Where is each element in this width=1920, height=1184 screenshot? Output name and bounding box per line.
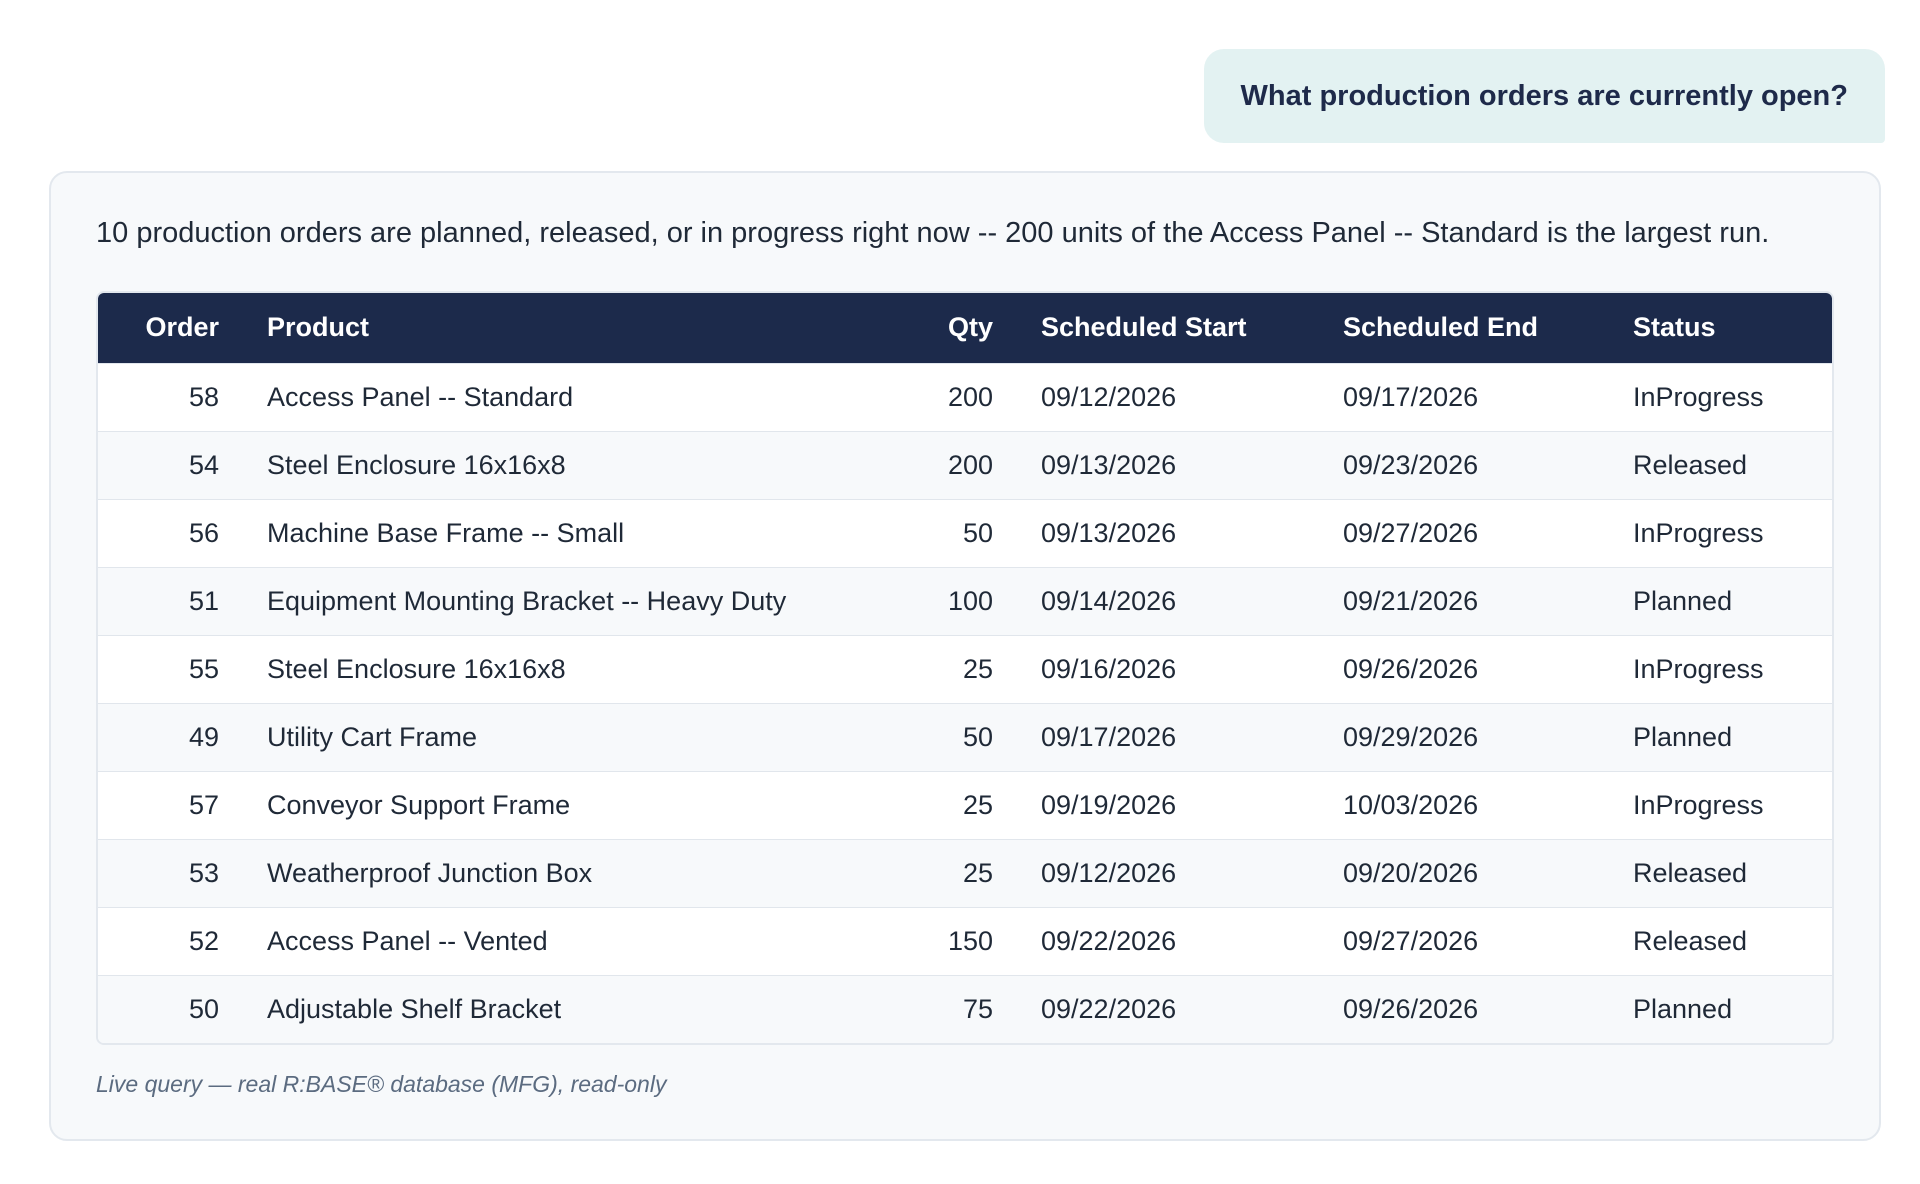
data-source-footnote: Live query — real R:BASE® database (MFG)… — [96, 1071, 667, 1097]
cell-product: Machine Base Frame -- Small — [267, 517, 625, 548]
cell-qty: 25 — [962, 857, 993, 888]
cell-order: 52 — [188, 925, 219, 956]
cell-order: 56 — [188, 517, 219, 548]
cell-scheduled-end: 09/20/2026 — [1343, 857, 1479, 888]
cell-scheduled-start: 09/17/2026 — [1041, 721, 1177, 752]
cell-product: Steel Enclosure 16x16x8 — [267, 449, 566, 480]
cell-order: 51 — [188, 585, 219, 616]
cell-product: Adjustable Shelf Bracket — [267, 993, 562, 1024]
cell-scheduled-start: 09/22/2026 — [1041, 993, 1177, 1024]
column-header-scheduled-end: Scheduled End — [1343, 312, 1539, 343]
cell-order: 49 — [188, 721, 219, 752]
cell-status: Planned — [1633, 721, 1733, 752]
cell-scheduled-start: 09/16/2026 — [1041, 653, 1177, 684]
production-orders-table: Order Product Qty Scheduled Start Schedu… — [96, 291, 1834, 1045]
cell-scheduled-end: 09/27/2026 — [1343, 925, 1479, 956]
chat-page: What production orders are currently ope… — [0, 0, 1920, 1184]
cell-scheduled-end: 09/29/2026 — [1343, 721, 1479, 752]
cell-order: 54 — [188, 449, 219, 480]
assistant-answer-card: 10 production orders are planned, releas… — [49, 171, 1881, 1141]
cell-status: Released — [1633, 925, 1748, 956]
table-row: 49 Utility Cart Frame 50 09/17/2026 09/2… — [98, 703, 1832, 771]
table-row: 58 Access Panel -- Standard 200 09/12/20… — [98, 363, 1832, 431]
cell-product: Steel Enclosure 16x16x8 — [267, 653, 566, 684]
cell-scheduled-end: 09/23/2026 — [1343, 449, 1479, 480]
cell-scheduled-start: 09/14/2026 — [1041, 585, 1177, 616]
cell-status: Released — [1633, 449, 1748, 480]
cell-product: Conveyor Support Frame — [267, 789, 571, 820]
cell-qty: 150 — [947, 925, 993, 956]
cell-scheduled-end: 09/27/2026 — [1343, 517, 1479, 548]
cell-status: Released — [1633, 857, 1748, 888]
cell-qty: 25 — [962, 653, 993, 684]
cell-scheduled-end: 10/03/2026 — [1343, 789, 1479, 820]
cell-status: InProgress — [1633, 517, 1764, 548]
cell-order: 53 — [188, 857, 219, 888]
cell-order: 58 — [188, 381, 219, 412]
cell-order: 50 — [188, 993, 219, 1024]
cell-status: Planned — [1633, 585, 1733, 616]
column-header-qty: Qty — [947, 312, 993, 343]
cell-scheduled-start: 09/12/2026 — [1041, 381, 1177, 412]
cell-order: 57 — [188, 789, 219, 820]
cell-scheduled-start: 09/13/2026 — [1041, 449, 1177, 480]
table-row: 50 Adjustable Shelf Bracket 75 09/22/202… — [98, 975, 1832, 1043]
table-row: 56 Machine Base Frame -- Small 50 09/13/… — [98, 499, 1832, 567]
column-header-product: Product — [267, 312, 370, 343]
user-message-bubble: What production orders are currently ope… — [1203, 49, 1885, 143]
table-row: 54 Steel Enclosure 16x16x8 200 09/13/202… — [98, 431, 1832, 499]
table-row: 51 Equipment Mounting Bracket -- Heavy D… — [98, 567, 1832, 635]
table-row: 57 Conveyor Support Frame 25 09/19/2026 … — [98, 771, 1832, 839]
cell-product: Access Panel -- Standard — [267, 381, 574, 412]
table-row: 53 Weatherproof Junction Box 25 09/12/20… — [98, 839, 1832, 907]
cell-product: Access Panel -- Vented — [267, 925, 548, 956]
cell-qty: 50 — [962, 721, 993, 752]
cell-status: InProgress — [1633, 789, 1764, 820]
cell-order: 55 — [188, 653, 219, 684]
column-header-status: Status — [1633, 312, 1716, 343]
cell-qty: 200 — [947, 449, 993, 480]
table-row: 55 Steel Enclosure 16x16x8 25 09/16/2026… — [98, 635, 1832, 703]
answer-summary: 10 production orders are planned, releas… — [96, 217, 1770, 249]
cell-scheduled-end: 09/26/2026 — [1343, 993, 1479, 1024]
cell-scheduled-start: 09/12/2026 — [1041, 857, 1177, 888]
cell-status: InProgress — [1633, 381, 1764, 412]
column-header-order: Order — [145, 312, 219, 343]
table-header-row: Order Product Qty Scheduled Start Schedu… — [98, 293, 1832, 363]
cell-qty: 100 — [947, 585, 993, 616]
column-header-scheduled-start: Scheduled Start — [1041, 312, 1247, 343]
cell-product: Equipment Mounting Bracket -- Heavy Duty — [267, 585, 787, 616]
cell-qty: 25 — [962, 789, 993, 820]
cell-qty: 75 — [962, 993, 993, 1024]
cell-status: Planned — [1633, 993, 1733, 1024]
cell-product: Utility Cart Frame — [267, 721, 478, 752]
cell-scheduled-start: 09/22/2026 — [1041, 925, 1177, 956]
cell-scheduled-end: 09/21/2026 — [1343, 585, 1479, 616]
user-message-text: What production orders are currently ope… — [1240, 79, 1848, 112]
cell-scheduled-start: 09/13/2026 — [1041, 517, 1177, 548]
cell-scheduled-end: 09/26/2026 — [1343, 653, 1479, 684]
cell-scheduled-end: 09/17/2026 — [1343, 381, 1479, 412]
cell-qty: 200 — [947, 381, 993, 412]
table-row: 52 Access Panel -- Vented 150 09/22/2026… — [98, 907, 1832, 975]
cell-scheduled-start: 09/19/2026 — [1041, 789, 1177, 820]
cell-qty: 50 — [962, 517, 993, 548]
cell-status: InProgress — [1633, 653, 1764, 684]
cell-product: Weatherproof Junction Box — [267, 857, 593, 888]
